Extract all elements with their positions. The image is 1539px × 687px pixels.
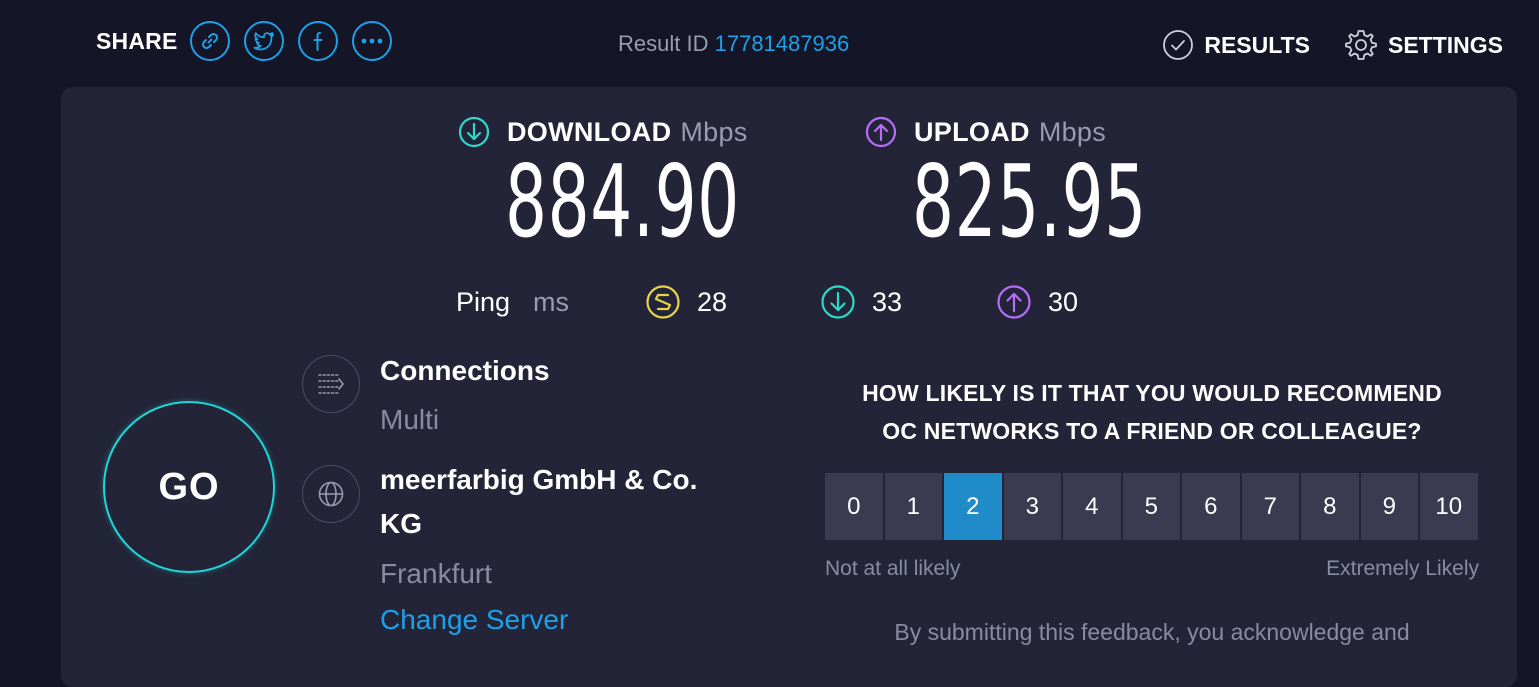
download-arrow-icon [458, 116, 490, 148]
server-location: Frankfurt [380, 558, 493, 589]
rating-option-10[interactable]: 10 [1420, 473, 1478, 540]
link-icon[interactable] [189, 21, 230, 61]
survey-question-line1: HOW LIKELY IS IT THAT YOU WOULD RECOMMEN… [862, 380, 1442, 406]
ping-upload-value: 30 [1048, 286, 1079, 317]
rating-option-4[interactable]: 4 [1063, 473, 1121, 540]
go-button[interactable]: GO [103, 401, 275, 573]
ping-unit: ms [533, 287, 569, 317]
rating-option-7[interactable]: 7 [1241, 473, 1299, 540]
ping-download: 33 [820, 284, 902, 320]
more-icon[interactable] [351, 21, 392, 61]
server-name-line2: KG [380, 508, 422, 539]
connections-title: Connections [380, 355, 550, 386]
download-value: 884.90 [505, 143, 740, 260]
twitter-icon[interactable] [243, 21, 284, 61]
settings-button[interactable]: SETTINGS [1344, 28, 1503, 62]
ping-upload: 30 [996, 284, 1078, 320]
settings-label: SETTINGS [1387, 31, 1503, 58]
rating-option-2[interactable]: 2 [944, 473, 1002, 540]
upload-arrow-icon [865, 116, 897, 148]
survey-question: HOW LIKELY IS IT THAT YOU WOULD RECOMMEN… [815, 374, 1489, 450]
facebook-icon[interactable] [297, 21, 338, 61]
scale-low-label: Not at all likely [825, 557, 961, 580]
rating-option-8[interactable]: 8 [1301, 473, 1359, 540]
top-bar: SHARE Result ID 17781487936 RESULTS SETT… [0, 0, 1539, 88]
server-name-line1: meerfarbig GmbH & Co. [380, 464, 698, 495]
rating-option-0[interactable]: 0 [825, 473, 883, 540]
rating-option-1[interactable]: 1 [884, 473, 942, 540]
connections-icon[interactable] [302, 355, 360, 413]
rating-option-6[interactable]: 6 [1182, 473, 1240, 540]
ping-row: Ping ms 28 33 30 [456, 284, 1116, 324]
idle-latency-icon [646, 285, 680, 319]
ping-idle-value: 28 [697, 286, 728, 317]
results-label: RESULTS [1204, 31, 1310, 58]
check-circle-icon [1163, 30, 1194, 60]
survey-question-line2: OC NETWORKS TO A FRIEND OR COLLEAGUE? [882, 418, 1422, 444]
result-id-value[interactable]: 17781487936 [715, 31, 850, 56]
rating-scale: 0 1 2 3 4 5 6 7 8 9 10 [825, 473, 1478, 540]
share-label: SHARE [96, 27, 178, 54]
upload-value: 825.95 [912, 143, 1147, 260]
rating-option-9[interactable]: 9 [1360, 473, 1418, 540]
gear-icon [1345, 30, 1377, 60]
change-server-link[interactable]: Change Server [380, 604, 568, 636]
top-nav: RESULTS SETTINGS [1128, 28, 1503, 62]
rating-option-5[interactable]: 5 [1122, 473, 1180, 540]
results-button[interactable]: RESULTS [1162, 29, 1310, 61]
ping-label: Ping [456, 287, 511, 317]
result-id-label: Result ID [618, 31, 709, 56]
download-latency-icon [821, 285, 855, 319]
scale-high-label: Extremely Likely [1326, 557, 1479, 580]
result-id: Result ID 17781487936 [618, 31, 849, 57]
upload-latency-icon [997, 285, 1031, 319]
ping-download-value: 33 [872, 286, 903, 317]
feedback-disclaimer: By submitting this feedback, you acknowl… [894, 619, 1410, 645]
globe-icon [302, 465, 360, 523]
ping-idle: 28 [645, 284, 727, 320]
connections-value[interactable]: Multi [380, 404, 439, 436]
share-group: SHARE [96, 21, 406, 61]
rating-option-3[interactable]: 3 [1003, 473, 1061, 540]
